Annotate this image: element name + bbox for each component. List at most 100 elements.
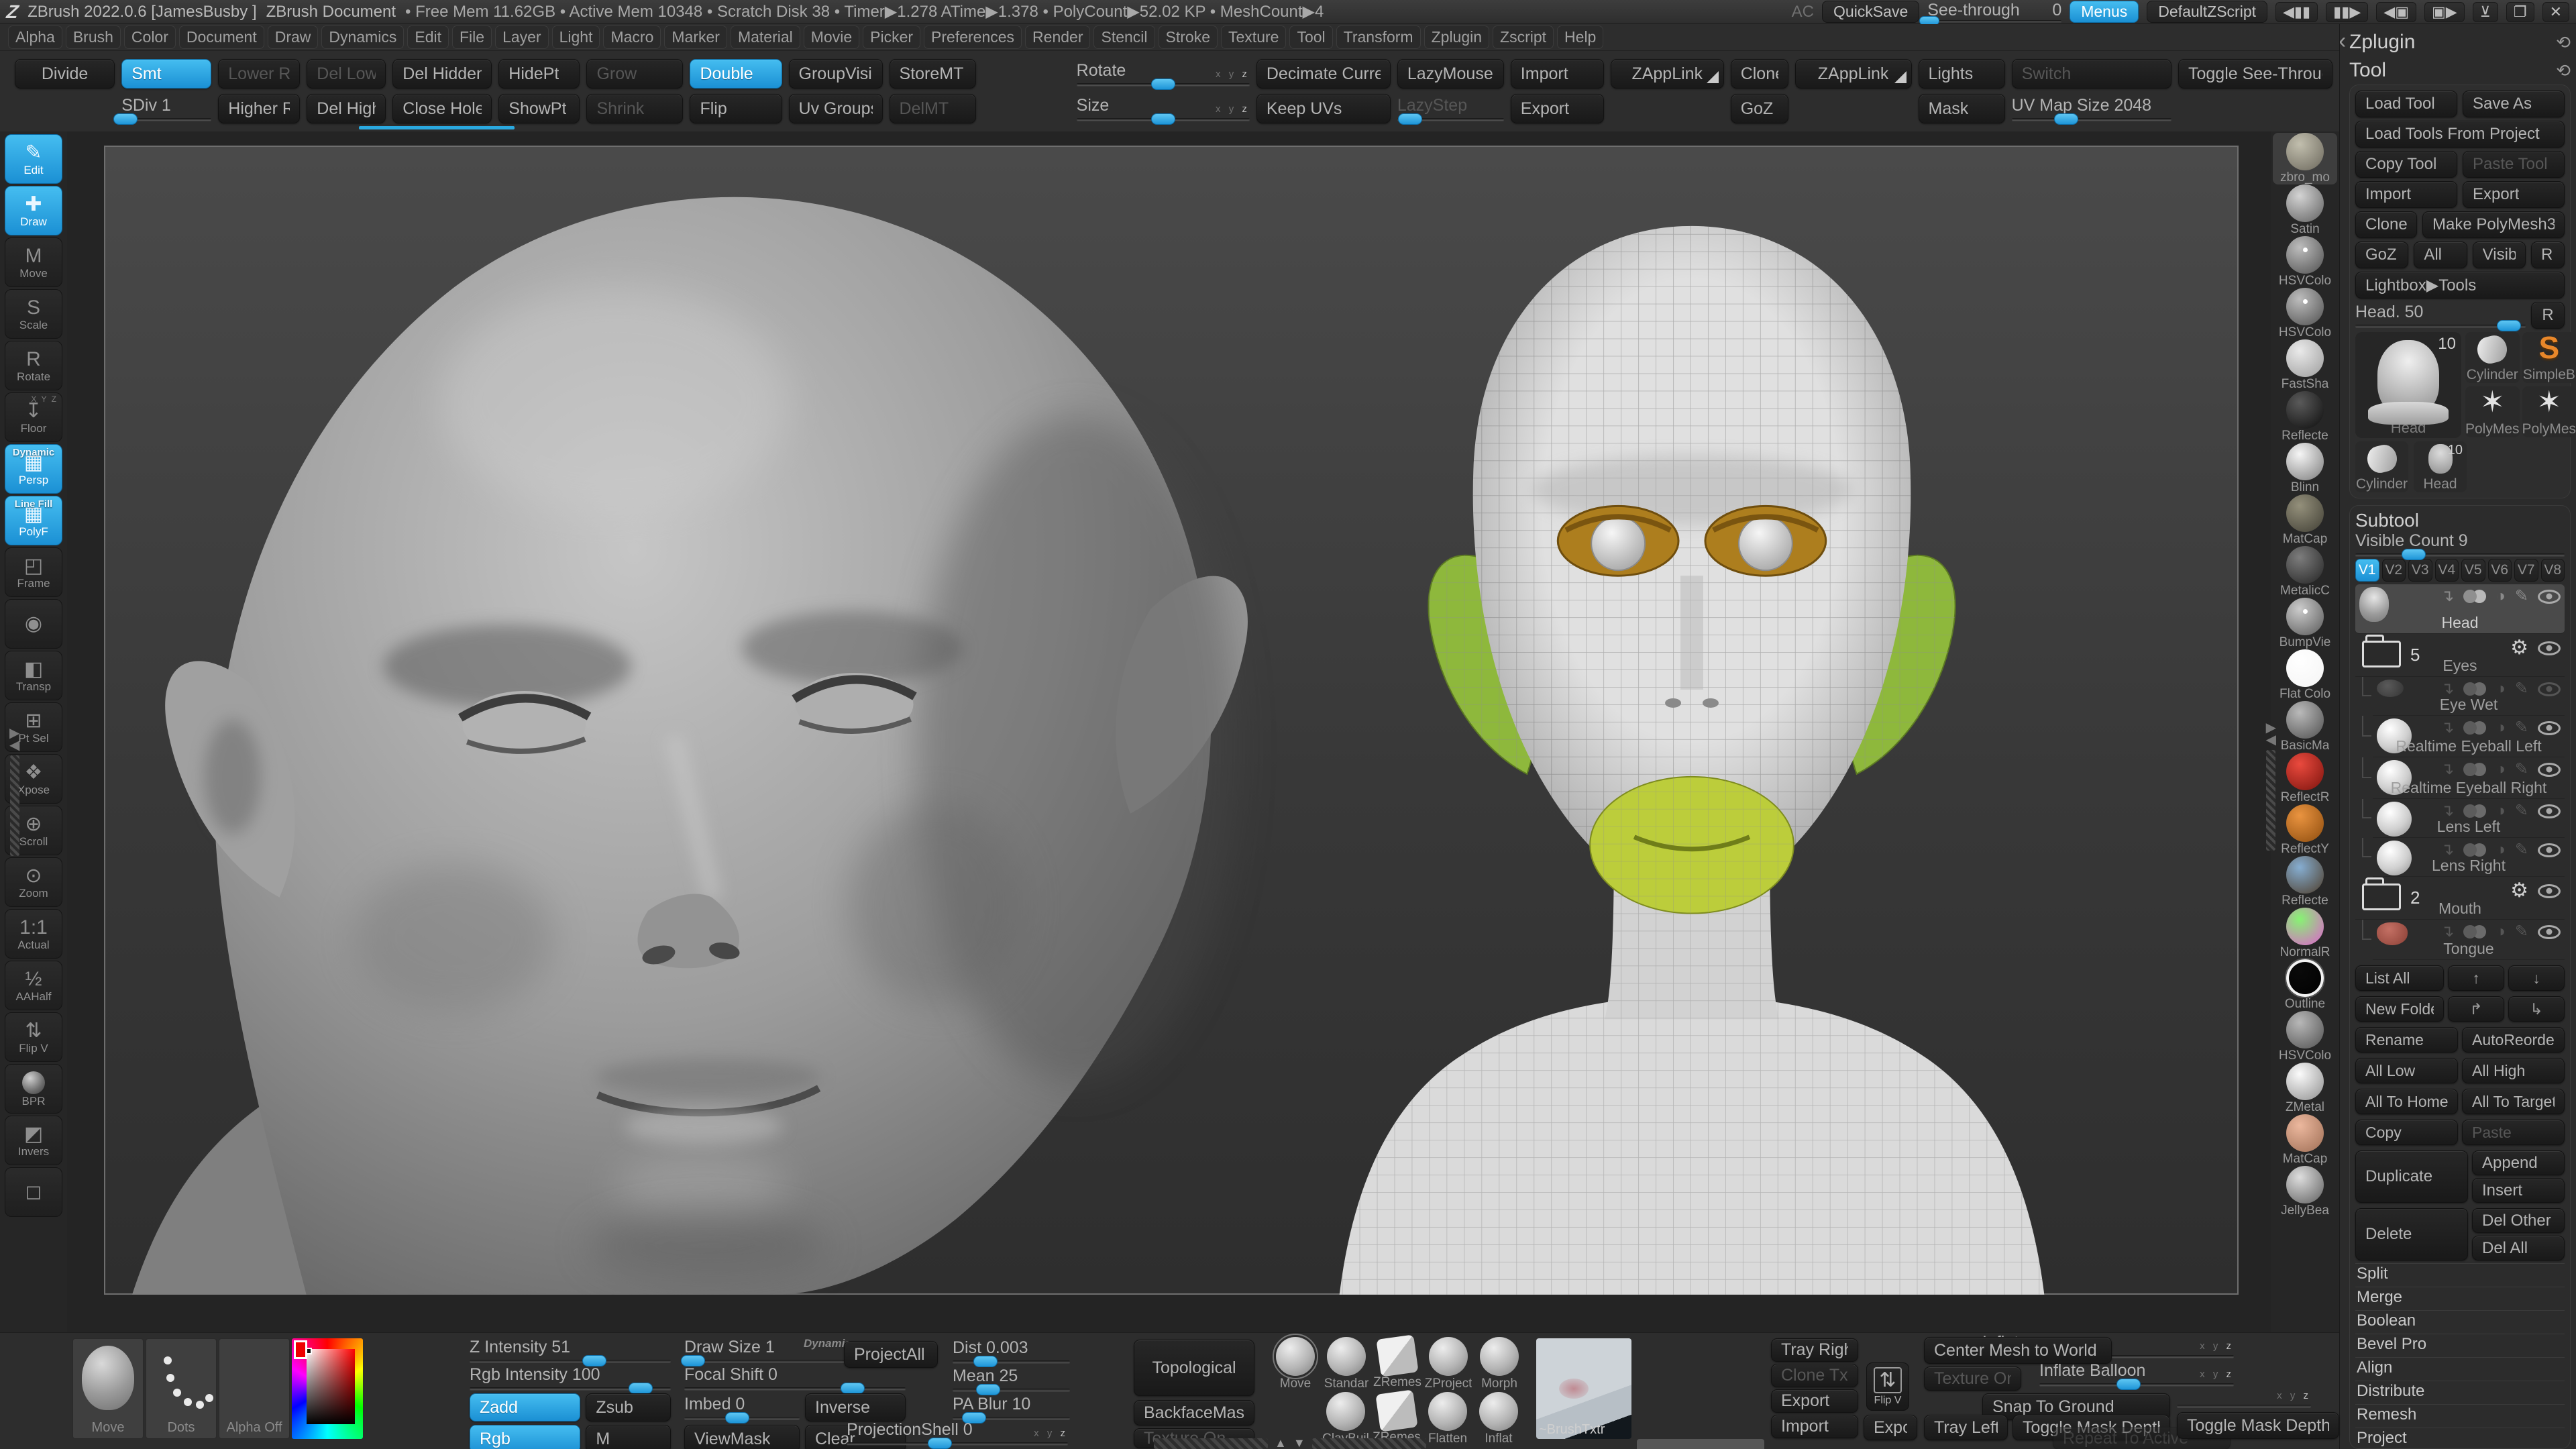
slider-thumb[interactable] bbox=[1150, 78, 1175, 90]
tool-floor[interactable]: X Y Z ↧ Floor bbox=[5, 392, 62, 442]
stroke-thumb[interactable]: Dots bbox=[146, 1338, 217, 1439]
delete-button[interactable]: Delete bbox=[2355, 1208, 2468, 1260]
tray-right-button[interactable]: Tray Right bbox=[1771, 1338, 1858, 1362]
all-high-button[interactable]: All High bbox=[2462, 1058, 2565, 1083]
make-polymesh3d-button[interactable]: Make PolyMesh3D bbox=[2422, 211, 2565, 238]
restore-icon[interactable]: ❐ bbox=[2506, 1, 2534, 22]
default-zscript-button[interactable]: DefaultZScript bbox=[2147, 1, 2267, 23]
quickbrush-standar[interactable]: Standar bbox=[1322, 1337, 1371, 1391]
material-jellybea[interactable]: JellyBea bbox=[2273, 1166, 2337, 1218]
brush-thumb[interactable]: Move bbox=[72, 1338, 144, 1439]
canvas-scroll-handle[interactable]: ▲ ▼ bbox=[1154, 1436, 1426, 1449]
slider-track[interactable] bbox=[2355, 319, 2526, 331]
menu-file[interactable]: File bbox=[452, 25, 492, 49]
slider-track[interactable] bbox=[953, 1384, 1070, 1395]
slider-track[interactable] bbox=[847, 1438, 1068, 1449]
divider-right-icon[interactable]: ▮▮▶ bbox=[2326, 1, 2369, 22]
texture-slot[interactable]: Tex bbox=[1637, 1439, 1764, 1449]
slider-track[interactable] bbox=[1076, 113, 1250, 125]
brush-icon[interactable]: ✎ bbox=[2515, 681, 2528, 697]
hidept-button[interactable]: HidePt bbox=[498, 59, 580, 89]
tool-gizmo-cube[interactable]: ◻ bbox=[5, 1167, 62, 1217]
quickbrush-inflat[interactable]: Inflat bbox=[1474, 1392, 1523, 1446]
slider-thumb[interactable] bbox=[975, 1384, 1000, 1395]
current-color-swatch[interactable] bbox=[294, 1340, 307, 1359]
menu-light[interactable]: Light bbox=[551, 25, 600, 49]
tool-thumb-simpleb[interactable]: S SimpleB bbox=[2522, 330, 2576, 383]
backfacemask-button[interactable]: BackfaceMask bbox=[1134, 1400, 1254, 1426]
brush-icon[interactable]: ✎ bbox=[2515, 761, 2528, 777]
menu-layer[interactable]: Layer bbox=[495, 25, 549, 49]
autoreorder-button[interactable]: AutoReorder bbox=[2462, 1027, 2565, 1053]
menu-alpha[interactable]: Alpha bbox=[8, 25, 62, 49]
all-low-button[interactable]: All Low bbox=[2355, 1058, 2458, 1083]
slider-thumb[interactable] bbox=[927, 1438, 952, 1449]
flip-arrow-icon[interactable]: ↴ bbox=[2440, 761, 2454, 777]
slider-track[interactable] bbox=[953, 1356, 1070, 1367]
uv-half-icon[interactable]: ◑ bbox=[2496, 588, 2506, 604]
section-merge[interactable]: Merge bbox=[2355, 1287, 2565, 1307]
menu-dynamics[interactable]: Dynamics bbox=[321, 25, 405, 49]
move-out-button[interactable]: ↱ bbox=[2448, 996, 2504, 1022]
tab-v1[interactable]: V1 bbox=[2355, 559, 2379, 582]
material-zmetal[interactable]: ZMetal bbox=[2273, 1063, 2337, 1114]
visible-button[interactable]: Visible bbox=[2472, 241, 2526, 268]
uv-map-size-2048-slider[interactable]: UV Map Size 2048 bbox=[2011, 94, 2171, 125]
material-hsvcolo[interactable]: HSVColo bbox=[2273, 236, 2337, 288]
tab-v7[interactable]: V7 bbox=[2514, 559, 2538, 582]
slider-track[interactable] bbox=[953, 1412, 1070, 1424]
quickbrush-flatten[interactable]: Flatten bbox=[1424, 1392, 1472, 1446]
menu-document[interactable]: Document bbox=[178, 25, 264, 49]
section-project[interactable]: Project bbox=[2355, 1428, 2565, 1448]
slider-thumb[interactable] bbox=[582, 1354, 606, 1366]
tab-v8[interactable]: V8 bbox=[2540, 559, 2565, 582]
tool-thumb-head[interactable]: 10 Head bbox=[2414, 441, 2467, 492]
menu-texture[interactable]: Texture bbox=[1221, 25, 1287, 49]
clone-button[interactable]: Clone bbox=[2355, 211, 2417, 238]
menus-toggle-button[interactable]: Menus bbox=[2070, 1, 2139, 23]
tool-edit[interactable]: ✎ Edit bbox=[5, 134, 62, 184]
slider-track[interactable] bbox=[684, 1411, 800, 1424]
tool-move[interactable]: M Move bbox=[5, 237, 62, 287]
slider-track[interactable] bbox=[470, 1382, 671, 1394]
left-tray-handle[interactable]: ▶ ◀ bbox=[9, 727, 19, 856]
mask-button[interactable]: Mask bbox=[1918, 94, 2005, 123]
section-split[interactable]: Split bbox=[2355, 1263, 2565, 1284]
flip-arrow-icon[interactable]: ↴ bbox=[2440, 924, 2454, 940]
tool-draw[interactable]: ✚ Draw bbox=[5, 186, 62, 235]
menu-movie[interactable]: Movie bbox=[803, 25, 860, 49]
tray-right-icon[interactable]: ▣▶ bbox=[2424, 1, 2465, 22]
menu-brush[interactable]: Brush bbox=[65, 25, 121, 49]
menu-stencil[interactable]: Stencil bbox=[1093, 25, 1155, 49]
brush-icon[interactable]: ✎ bbox=[2515, 588, 2528, 604]
append-button[interactable]: Append bbox=[2472, 1150, 2565, 1175]
export-button[interactable]: Export bbox=[1510, 94, 1604, 123]
del-all-button[interactable]: Del All bbox=[2472, 1236, 2565, 1260]
slider-thumb[interactable] bbox=[840, 1382, 865, 1394]
subtool-folder-mouth[interactable]: 2 ⚙ Mouth bbox=[2355, 877, 2565, 920]
slider-track[interactable] bbox=[2177, 1405, 2311, 1407]
color-picker[interactable] bbox=[292, 1338, 363, 1439]
slider-thumb[interactable] bbox=[113, 113, 138, 125]
tool-polyframe[interactable]: Line Fill ▦ PolyF bbox=[5, 496, 62, 545]
visibility-eye-icon[interactable] bbox=[2538, 883, 2561, 898]
polypaint-icon[interactable] bbox=[2463, 843, 2477, 857]
zplugin-header[interactable]: Zplugin ⟲ bbox=[2349, 28, 2571, 56]
sv-square[interactable] bbox=[307, 1349, 355, 1424]
collapse-tray-icon[interactable]: ‹ bbox=[2340, 28, 2346, 54]
menu-transform[interactable]: Transform bbox=[1336, 25, 1421, 49]
tool-rotate[interactable]: R Rotate bbox=[5, 341, 62, 390]
head-slider-r-button[interactable]: R bbox=[2531, 302, 2565, 329]
subtool-item-eye-wet[interactable]: ↴ ◑ ✎ Eye Wet bbox=[2362, 677, 2565, 716]
move-into-button[interactable]: ↳ bbox=[2508, 996, 2565, 1022]
slider-thumb[interactable] bbox=[973, 1356, 998, 1367]
flip-v-button[interactable]: ⇅ Flip V bbox=[1866, 1362, 1909, 1411]
slider-thumb[interactable] bbox=[2053, 113, 2078, 125]
uv-half-icon[interactable]: ◑ bbox=[2496, 681, 2506, 697]
visibility-eye-icon[interactable] bbox=[2538, 720, 2561, 735]
all-to-home-button[interactable]: All To Home bbox=[2355, 1089, 2458, 1114]
tool-thumb-head[interactable]: 10 Head bbox=[2355, 332, 2461, 438]
tool-bpr-render[interactable]: BPR bbox=[5, 1064, 62, 1114]
menu-marker[interactable]: Marker bbox=[664, 25, 727, 49]
goz-button[interactable]: GoZ bbox=[2355, 241, 2409, 268]
